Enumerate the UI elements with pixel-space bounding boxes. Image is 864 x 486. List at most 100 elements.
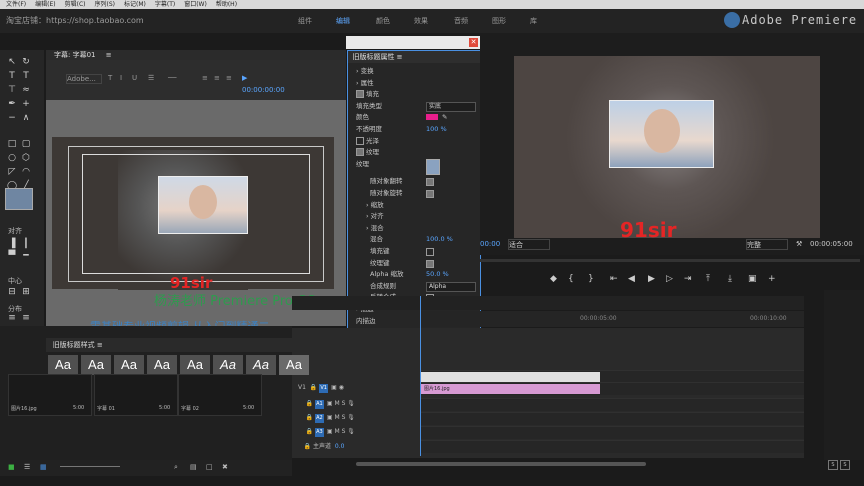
show-video-icon[interactable]: ▶ [242,74,247,82]
align-center-text-icon[interactable]: ≡ [214,74,220,82]
prop-select[interactable]: Alpha [426,281,476,292]
workspace-tab-0[interactable]: 组件 [298,16,312,26]
menu-item-0[interactable]: 文件(F) [6,1,26,8]
icon-view-icon[interactable]: ▦ [40,463,47,471]
titler-timecode[interactable]: 00:00:00:00 [242,86,285,94]
convert-anchor-icon[interactable]: ∧ [20,112,32,124]
prop-row-11[interactable]: › 缩放 [348,200,480,211]
title-style-swatch[interactable]: Aa [213,355,243,375]
prop-checkbox[interactable] [426,259,434,268]
go-to-in-icon[interactable]: ⇤ [610,274,618,284]
track-a1-target[interactable]: A1 [314,400,324,409]
find-icon[interactable]: ⌕ [174,463,178,472]
rectangle-tool-icon[interactable]: □ [6,138,18,150]
prop-row-13[interactable]: › 混合 [348,223,480,234]
camera-icon[interactable]: ▣ [748,274,757,284]
wedge-tool-icon[interactable]: ◸ [6,166,18,178]
align-left-text-icon[interactable]: ≡ [202,74,208,82]
path-type-icon[interactable]: ≈ [20,84,32,96]
italic-icon[interactable]: I [120,74,122,82]
prop-checkbox[interactable] [356,90,364,99]
track-v1-target[interactable]: V1 [319,384,329,393]
fit-select[interactable]: 适合 [508,239,550,250]
leading-icon[interactable]: ☰ [148,74,154,82]
area-type-tool-icon[interactable]: T [20,70,32,82]
zoom-slider[interactable] [60,466,120,467]
align-left-icon[interactable]: ▐ [6,238,18,250]
workspace-tab-4[interactable]: 音频 [454,16,468,26]
menu-item-2[interactable]: 剪辑(C) [65,1,86,8]
font-family-select[interactable]: Adobe... [66,74,102,84]
add-button-icon[interactable]: + [768,274,776,284]
prop-row-1[interactable]: › 属性 [348,78,480,89]
track-header-v1[interactable]: V1 🔒 V1 ▣ ◉ [296,384,416,395]
workspace-tab-6[interactable]: 库 [530,16,537,26]
rounded-rect-tool-icon[interactable]: ▢ [20,138,32,150]
playhead[interactable] [420,296,421,456]
project-thumb-1[interactable]: 图片16.jpg 5:00 [8,374,92,416]
quality-select[interactable]: 完整 [746,239,788,250]
titler-menu-icon[interactable]: ≡ [106,51,112,59]
monitor-timecode-right[interactable]: 00:00:05:00 [810,240,853,248]
center-horizontal-icon[interactable]: ⊟ [6,286,18,298]
marker-icon[interactable]: ◆ [550,274,557,284]
new-bin-icon[interactable]: ▤ [190,463,197,471]
image-clip[interactable]: 图片16.jpg [420,384,600,394]
solo-left-button[interactable]: S [828,460,838,470]
master-value[interactable]: 0.0 [335,443,345,450]
delete-icon[interactable]: ✖ [222,463,228,471]
title-clip[interactable] [420,372,600,382]
title-style-swatch[interactable]: Aa [81,355,111,375]
arc-tool-icon[interactable]: ◠ [20,166,32,178]
track-header-master[interactable]: 🔒 主声道 0.0 [296,441,416,452]
workspace-tab-5[interactable]: 图形 [492,16,506,26]
underline-icon[interactable]: U [132,74,137,82]
pen-tool-icon[interactable]: ✒ [6,98,18,110]
title-style-swatch[interactable]: Aa [48,355,78,375]
track-a2-target[interactable]: A2 [314,414,324,423]
menu-item-1[interactable]: 编辑(E) [35,1,55,8]
step-forward-icon[interactable]: ▷ [666,274,673,284]
center-vertical-icon[interactable]: ⊞ [20,286,32,298]
selection-tool-icon[interactable]: ↖ [6,56,18,68]
align-middle-icon[interactable]: ━ [20,250,32,262]
align-right-text-icon[interactable]: ≡ [226,74,232,82]
prop-checkbox[interactable] [426,178,434,187]
clipped-rect-tool-icon[interactable]: ⬡ [20,152,32,164]
project-thumb-2[interactable]: 字幕 01 5:00 [94,374,178,416]
track-header-a3[interactable]: 🔒 A3 ▣ M S 🎙 [296,428,416,439]
title-style-swatch[interactable]: Aa [114,355,144,375]
new-item-icon[interactable]: □ [206,463,213,471]
prop-checkbox[interactable] [426,248,434,256]
color-swatch[interactable] [426,114,438,121]
distribute-right-icon[interactable]: ≡ [20,312,32,324]
prop-checkbox[interactable] [356,136,364,145]
lock-icon[interactable]: ■ [8,463,15,471]
workspace-tab-3[interactable]: 效果 [414,16,428,26]
mark-out-icon[interactable]: } [588,274,594,284]
monitor-scrubber[interactable] [480,259,860,262]
prop-value[interactable]: 100.0 % [426,234,453,245]
project-thumb-3[interactable]: 字幕 02 5:00 [178,374,262,416]
prop-checkbox[interactable] [426,190,434,198]
list-view-icon[interactable]: ☰ [24,463,30,471]
workspace-tab-2[interactable]: 颜色 [376,16,390,26]
menu-item-3[interactable]: 序列(S) [95,1,116,8]
font-size-icon[interactable]: T [108,74,112,82]
menu-item-5[interactable]: 字幕(T) [155,1,175,8]
type-tool-icon[interactable]: T [6,70,18,82]
texture-preview[interactable] [426,158,440,175]
track-a3-target[interactable]: A3 [314,428,324,437]
solo-right-button[interactable]: S [840,460,850,470]
lift-icon[interactable]: ⤒ [706,274,710,284]
ellipse-tool-icon[interactable]: ○ [6,152,18,164]
prop-row-0[interactable]: › 变换 [348,66,480,77]
monitor-timecode-left[interactable]: 00:00 [480,240,500,248]
menu-item-4[interactable]: 标记(M) [124,1,146,8]
title-style-swatch[interactable]: Aa [246,355,276,375]
add-anchor-icon[interactable]: + [20,98,32,110]
close-icon[interactable]: ✕ [469,38,478,47]
go-to-out-icon[interactable]: ⇥ [684,274,692,284]
eyedropper-icon[interactable]: ✎ [442,112,447,123]
title-style-swatch[interactable]: Aa [279,355,309,375]
